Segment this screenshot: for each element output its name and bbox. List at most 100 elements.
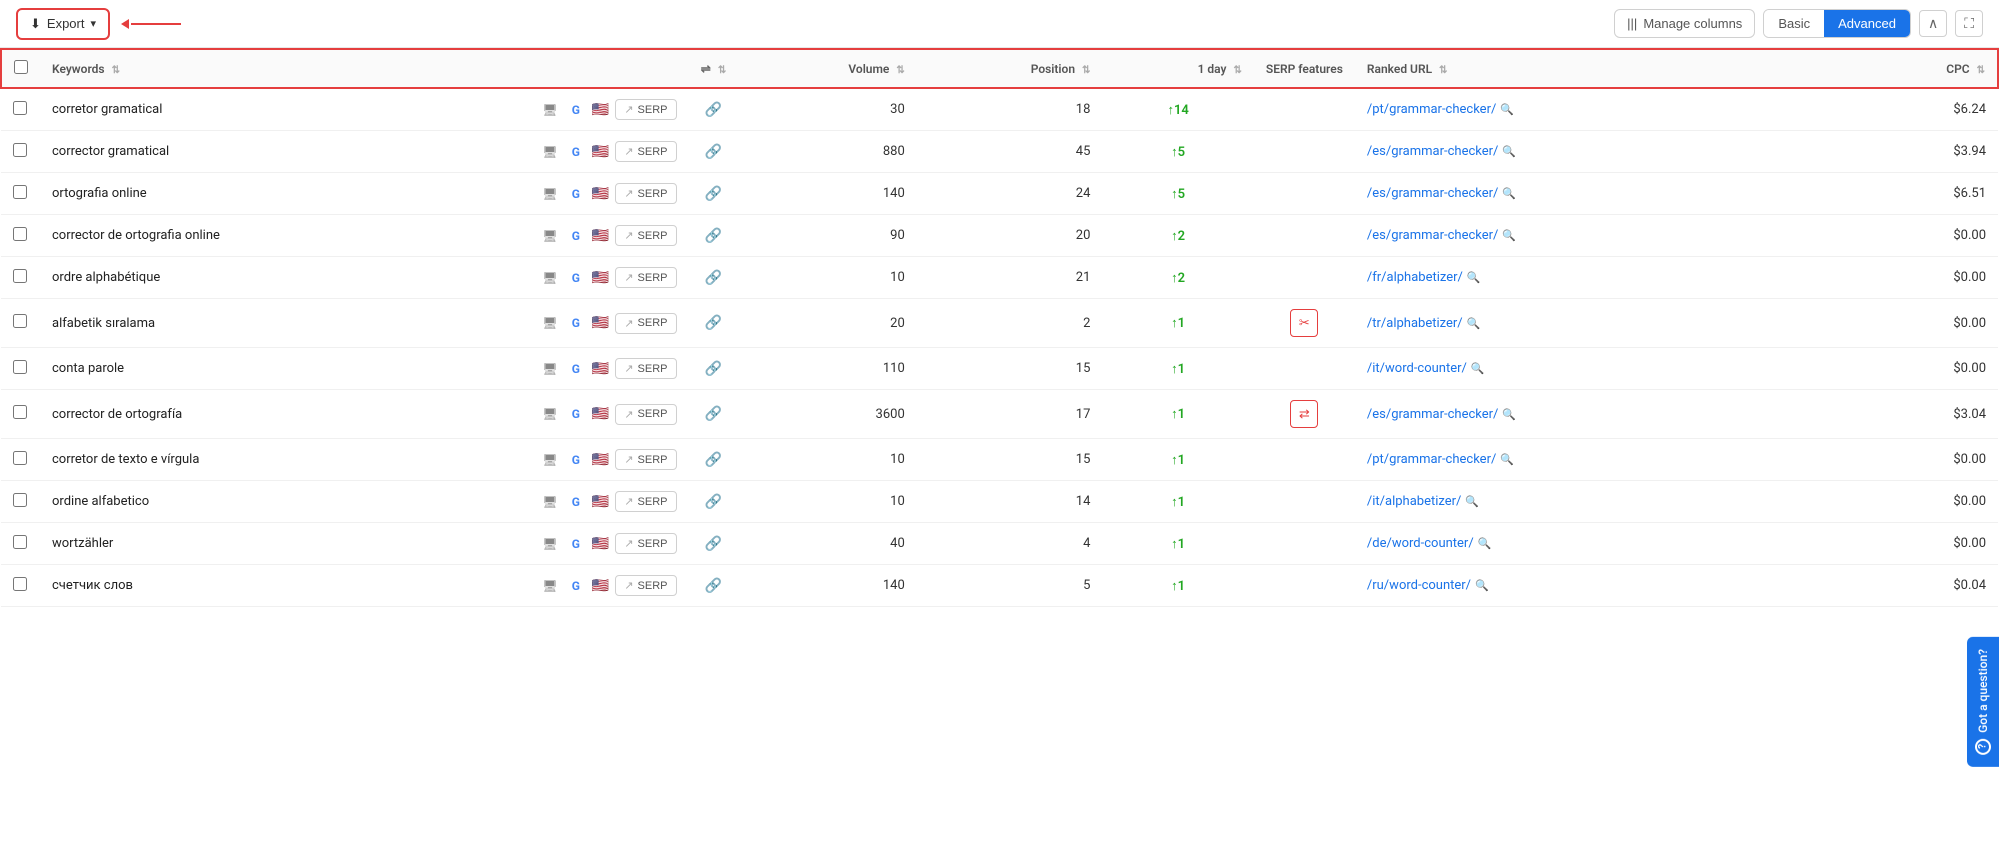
ranked-url-link[interactable]: /pt/grammar-checker/ [1367, 452, 1496, 467]
row-checkbox[interactable] [13, 185, 27, 199]
serp-button[interactable]: ↗ SERP [615, 267, 676, 288]
row-checkbox[interactable] [13, 143, 27, 157]
google-icon[interactable]: G [566, 536, 586, 552]
ranked-url-link[interactable]: /ru/word-counter/ [1367, 578, 1471, 593]
google-icon[interactable]: G [566, 406, 586, 422]
desktop-icon[interactable]: 🖥 [540, 315, 560, 331]
google-icon[interactable]: G [566, 494, 586, 510]
desktop-icon[interactable]: 🖥 [540, 536, 560, 552]
row-checkbox[interactable] [13, 227, 27, 241]
expand-button[interactable]: ⛶ [1955, 10, 1983, 37]
row-checkbox[interactable] [13, 314, 27, 328]
row-checkbox[interactable] [13, 101, 27, 115]
ranked-url-link[interactable]: /fr/alphabetizer/ [1367, 270, 1463, 285]
chain-link-icon[interactable]: 🔗 [705, 228, 722, 244]
chain-link-icon[interactable]: 🔗 [705, 102, 722, 118]
manage-columns-button[interactable]: ||| Manage columns [1614, 9, 1755, 38]
desktop-icon[interactable]: 🖥 [540, 102, 560, 118]
desktop-icon[interactable]: 🖥 [540, 578, 560, 594]
google-icon[interactable]: G [566, 144, 586, 160]
ranked-url-link[interactable]: /it/word-counter/ [1367, 361, 1467, 376]
row-checkbox[interactable] [13, 405, 27, 419]
advanced-view-button[interactable]: Advanced [1824, 10, 1910, 37]
google-icon[interactable]: G [566, 270, 586, 286]
google-icon[interactable]: G [566, 228, 586, 244]
desktop-icon[interactable]: 🖥 [540, 228, 560, 244]
url-search-icon[interactable]: 🔍 [1467, 317, 1481, 330]
url-search-icon[interactable]: 🔍 [1465, 495, 1479, 508]
desktop-icon[interactable]: 🖥 [540, 144, 560, 160]
export-button[interactable]: ⬇ Export ▾ [16, 8, 110, 40]
cpc-sort-icon[interactable]: ⇅ [1977, 65, 1985, 76]
ranked-url-link[interactable]: /pt/grammar-checker/ [1367, 102, 1496, 117]
desktop-icon[interactable]: 🖥 [540, 452, 560, 468]
chain-link-icon[interactable]: 🔗 [705, 536, 722, 552]
serp-button[interactable]: ↗ SERP [615, 99, 676, 120]
serp-button[interactable]: ↗ SERP [615, 225, 676, 246]
url-search-icon[interactable]: 🔍 [1478, 537, 1492, 550]
row-checkbox[interactable] [13, 535, 27, 549]
chain-link-icon[interactable]: 🔗 [705, 361, 722, 377]
desktop-icon[interactable]: 🖥 [540, 270, 560, 286]
chain-link-icon[interactable]: 🔗 [705, 578, 722, 594]
scissors-icon: ✂ [1290, 309, 1318, 337]
chain-link-icon[interactable]: 🔗 [705, 144, 722, 160]
serp-button[interactable]: ↗ SERP [615, 449, 676, 470]
ranked-url-link[interactable]: /es/grammar-checker/ [1367, 186, 1499, 201]
basic-view-button[interactable]: Basic [1764, 10, 1824, 37]
url-search-icon[interactable]: 🔍 [1475, 579, 1489, 592]
serp-button[interactable]: ↗ SERP [615, 575, 676, 596]
google-icon[interactable]: G [566, 315, 586, 331]
serp-button[interactable]: ↗ SERP [615, 183, 676, 204]
google-icon[interactable]: G [566, 186, 586, 202]
google-icon[interactable]: G [566, 102, 586, 118]
select-all-checkbox[interactable] [14, 60, 28, 74]
desktop-icon[interactable]: 🖥 [540, 406, 560, 422]
position-sort-icon[interactable]: ⇅ [1082, 65, 1090, 76]
url-search-icon[interactable]: 🔍 [1467, 271, 1481, 284]
desktop-icon[interactable]: 🖥 [540, 186, 560, 202]
url-search-icon[interactable]: 🔍 [1502, 408, 1516, 421]
serp-button[interactable]: ↗ SERP [615, 404, 676, 425]
ranked-url-link[interactable]: /es/grammar-checker/ [1367, 407, 1499, 422]
row-checkbox[interactable] [13, 493, 27, 507]
url-search-icon[interactable]: 🔍 [1500, 103, 1514, 116]
ranked-url-link[interactable]: /es/grammar-checker/ [1367, 228, 1499, 243]
row-checkbox[interactable] [13, 269, 27, 283]
serp-button[interactable]: ↗ SERP [615, 313, 676, 334]
ranked-url-link[interactable]: /tr/alphabetizer/ [1367, 316, 1463, 331]
serp-button[interactable]: ↗ SERP [615, 358, 676, 379]
url-search-icon[interactable]: 🔍 [1471, 362, 1485, 375]
url-search-icon[interactable]: 🔍 [1502, 229, 1516, 242]
ranked-url-sort-icon[interactable]: ⇅ [1439, 65, 1447, 76]
link-sort-icon[interactable]: ⇅ [718, 65, 726, 76]
ranked-url-link[interactable]: /es/grammar-checker/ [1367, 144, 1499, 159]
serp-button[interactable]: ↗ SERP [615, 141, 676, 162]
chain-link-icon[interactable]: 🔗 [705, 186, 722, 202]
google-icon[interactable]: G [566, 361, 586, 377]
serp-button[interactable]: ↗ SERP [615, 533, 676, 554]
row-checkbox[interactable] [13, 360, 27, 374]
volume-sort-icon[interactable]: ⇅ [896, 65, 904, 76]
row-checkbox[interactable] [13, 577, 27, 591]
collapse-button[interactable]: ∧ [1919, 10, 1947, 37]
ranked-url-link[interactable]: /it/alphabetizer/ [1367, 494, 1462, 509]
url-search-icon[interactable]: 🔍 [1502, 187, 1516, 200]
chain-link-icon[interactable]: 🔗 [705, 494, 722, 510]
google-icon[interactable]: G [566, 452, 586, 468]
desktop-icon[interactable]: 🖥 [540, 361, 560, 377]
google-icon[interactable]: G [566, 578, 586, 594]
got-question-widget[interactable]: ? Got a question? [1967, 637, 1999, 767]
desktop-icon[interactable]: 🖥 [540, 494, 560, 510]
chain-link-icon[interactable]: 🔗 [705, 270, 722, 286]
chain-link-icon[interactable]: 🔗 [705, 406, 722, 422]
row-checkbox[interactable] [13, 451, 27, 465]
keywords-sort-icon[interactable]: ⇅ [112, 65, 120, 76]
chain-link-icon[interactable]: 🔗 [705, 452, 722, 468]
chain-link-icon[interactable]: 🔗 [705, 315, 722, 331]
url-search-icon[interactable]: 🔍 [1500, 453, 1514, 466]
url-search-icon[interactable]: 🔍 [1502, 145, 1516, 158]
serp-button[interactable]: ↗ SERP [615, 491, 676, 512]
one-day-sort-icon[interactable]: ⇅ [1233, 65, 1241, 76]
ranked-url-link[interactable]: /de/word-counter/ [1367, 536, 1474, 551]
